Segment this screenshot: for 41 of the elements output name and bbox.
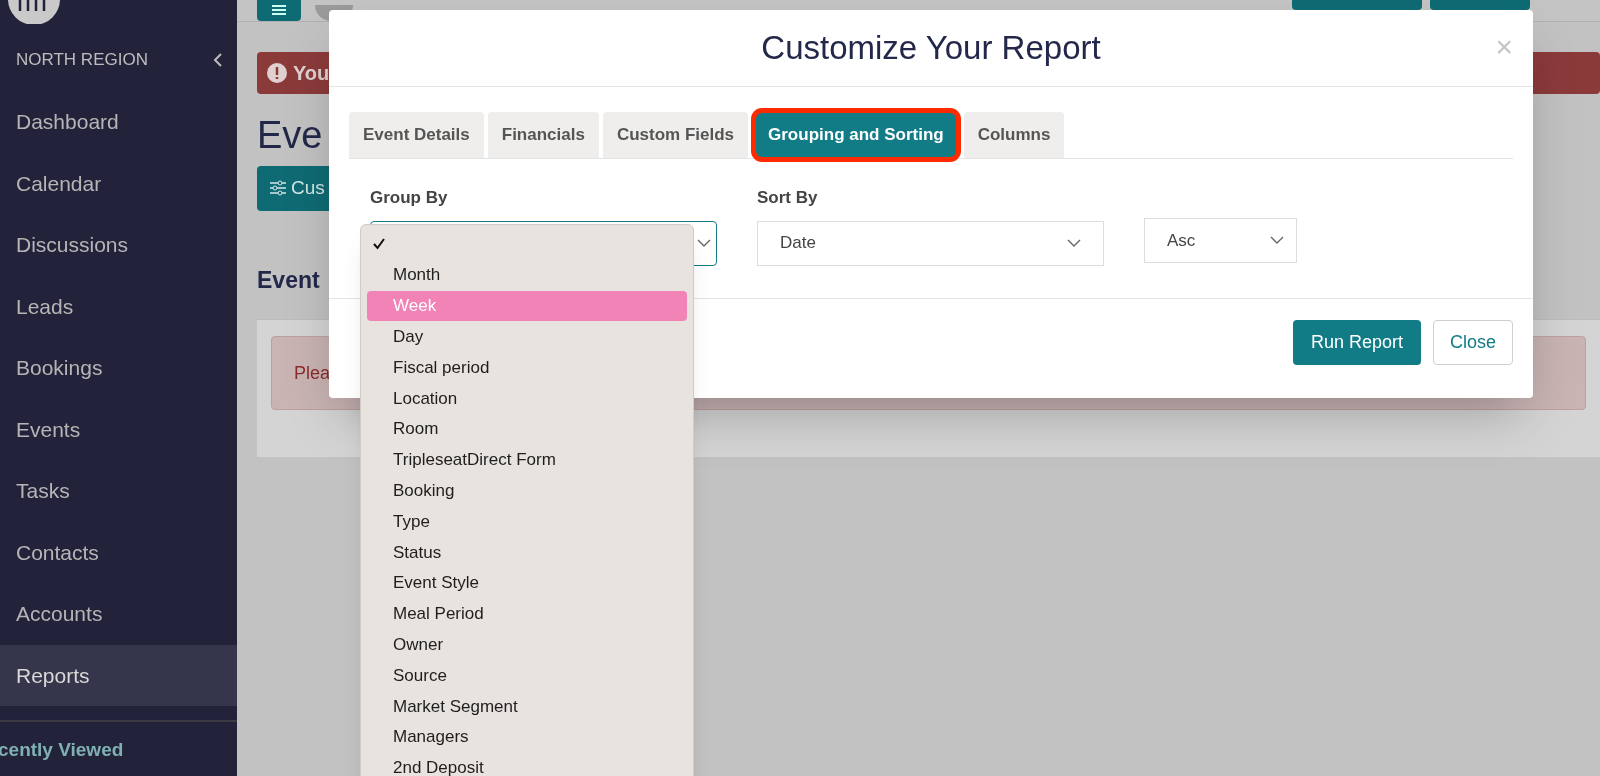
modal-title: Customize Your Report — [761, 28, 1101, 69]
tab[interactable]: Financials — [487, 112, 599, 158]
nav-item[interactable]: Tasks — [0, 460, 237, 522]
nav-item[interactable]: Accounts — [0, 583, 237, 645]
tab[interactable]: Columns — [963, 112, 1065, 158]
dropdown-option[interactable]: Status — [367, 536, 687, 568]
dropdown-option[interactable]: Meal Period — [367, 598, 687, 630]
nav-item[interactable]: Calendar — [0, 152, 237, 214]
dropdown-option[interactable]: TripleseatDirect Form — [367, 444, 687, 476]
dropdown-option[interactable]: Location — [367, 383, 687, 414]
page-heading: Eve — [257, 113, 323, 158]
nav-item[interactable]: Reports — [0, 644, 237, 706]
dropdown-option[interactable]: Type — [367, 506, 687, 537]
alert-text: You — [293, 61, 330, 86]
dropdown-option[interactable]: Room — [367, 413, 687, 445]
dropdown-option[interactable]: Event Style — [367, 567, 687, 599]
dropdown-option[interactable]: Managers — [367, 721, 687, 753]
dropdown-option[interactable]: Month — [367, 259, 687, 291]
dropdown-option[interactable]: Market Segment — [367, 690, 687, 722]
dropdown-option[interactable]: Booking — [367, 475, 687, 507]
tab[interactable]: Custom Fields — [602, 112, 749, 158]
nav-item[interactable]: Leads — [0, 275, 237, 337]
nav-item[interactable]: Contacts — [0, 521, 237, 583]
region-label: NORTH REGION — [16, 49, 148, 72]
nav-item[interactable]: Dashboard — [0, 91, 237, 153]
section-title: Event — [257, 265, 320, 295]
dropdown-option[interactable]: Source — [367, 660, 687, 691]
dropdown-option[interactable]: Owner — [367, 629, 687, 661]
sort-by-label: Sort By — [757, 187, 819, 209]
notice-text: Plea — [294, 361, 331, 385]
dropdown-option[interactable]: 2nd Deposit — [367, 752, 687, 776]
close-modal-button[interactable]: Close — [1432, 319, 1513, 365]
tab[interactable]: Event Details — [349, 112, 484, 158]
dropdown-option[interactable]: Fiscal period — [367, 352, 687, 383]
sort-by-select[interactable]: Date — [757, 220, 1104, 266]
nav-item[interactable]: Events — [0, 398, 237, 460]
dropdown-option[interactable]: Day — [367, 321, 687, 353]
direction-select[interactable]: Asc — [1144, 218, 1297, 263]
nav-item[interactable]: Discussions — [0, 214, 237, 276]
run-report-button[interactable]: Run Report — [1292, 319, 1421, 365]
nav-item[interactable]: Bookings — [0, 337, 237, 399]
